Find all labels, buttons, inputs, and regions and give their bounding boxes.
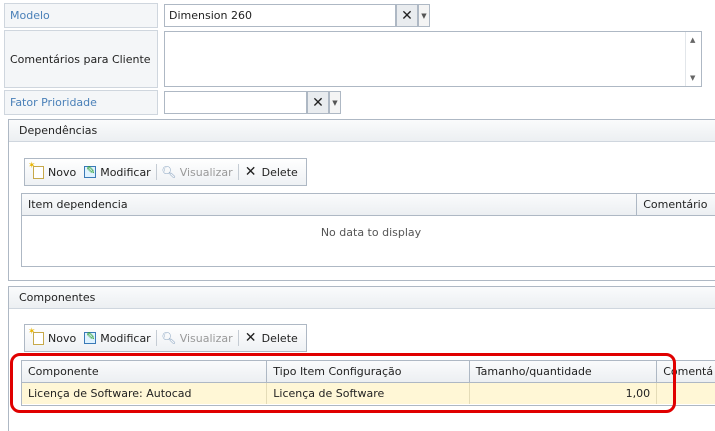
delete-button[interactable]: ✕ Delete [240, 328, 302, 348]
toolbar-separator [237, 164, 239, 180]
dependencias-grid: Item dependencia Comentário No data to d… [21, 193, 715, 267]
magnifier-icon: 🔍︎ [161, 331, 177, 345]
modificar-label: Modificar [100, 165, 151, 179]
novo-button[interactable]: Novo [28, 161, 80, 182]
dependencias-grid-header: Item dependencia Comentário [22, 194, 715, 216]
chevron-down-icon: ▼ [332, 98, 338, 107]
modelo-field[interactable]: Dimension 260 [164, 4, 396, 27]
column-header-comentario[interactable]: Comentário [637, 194, 715, 215]
visualizar-button[interactable]: 🔍︎ Visualizar [158, 162, 237, 182]
delete-button[interactable]: ✕ Delete [240, 162, 302, 182]
toolbar-separator [155, 330, 157, 346]
textarea-scrollbar[interactable]: ▲ ▼ [685, 32, 701, 86]
empty-grid-message: No data to display [320, 226, 422, 239]
comentarios-textarea[interactable]: ▲ ▼ [164, 31, 702, 87]
fator-dropdown-button[interactable]: ▼ [329, 91, 341, 114]
toolbar-separator [237, 330, 239, 346]
modificar-button[interactable]: Modificar [80, 162, 155, 182]
modelo-dropdown-button[interactable]: ▼ [418, 4, 430, 27]
comentarios-label: Comentários para Cliente [4, 30, 158, 88]
modelo-clear-button[interactable]: ✕ [396, 4, 418, 27]
chevron-down-icon: ▼ [421, 11, 427, 20]
fator-prioridade-field[interactable] [164, 91, 307, 114]
novo-label: Novo [48, 331, 77, 345]
dependencias-toolbar: Novo Modificar 🔍︎Visualizar ✕ Delete [24, 158, 307, 186]
highlight-annotation [10, 353, 676, 413]
delete-label: Delete [261, 331, 298, 345]
novo-label: Novo [48, 165, 77, 179]
new-document-icon [28, 327, 44, 345]
new-document-icon [28, 161, 44, 179]
visualizar-label: Visualizar [179, 165, 233, 179]
novo-button[interactable]: Novo [28, 327, 80, 348]
magnifier-icon: 🔍︎ [161, 165, 177, 179]
edit-icon [84, 164, 97, 178]
toolbar-separator [155, 164, 157, 180]
componentes-title: Componentes [9, 287, 715, 309]
visualizar-label: Visualizar [179, 331, 233, 345]
dependencias-title: Dependências [9, 120, 715, 142]
modelo-label: Modelo [4, 3, 158, 28]
scroll-up-icon[interactable]: ▲ [690, 36, 695, 44]
column-header-item-dependencia[interactable]: Item dependencia [22, 194, 638, 215]
fator-clear-button[interactable]: ✕ [307, 91, 329, 114]
close-x-icon: ✕ [312, 94, 324, 111]
delete-x-icon: ✕ [244, 164, 257, 180]
edit-icon [84, 330, 97, 344]
close-x-icon: ✕ [401, 7, 413, 24]
scroll-down-icon[interactable]: ▼ [690, 74, 695, 82]
modificar-button[interactable]: Modificar [80, 328, 155, 348]
fator-prioridade-label: Fator Prioridade [4, 90, 158, 115]
modificar-label: Modificar [100, 331, 151, 345]
componentes-toolbar: Novo Modificar 🔍︎Visualizar ✕ Delete [24, 324, 307, 352]
delete-x-icon: ✕ [244, 330, 257, 346]
delete-label: Delete [261, 165, 298, 179]
visualizar-button[interactable]: 🔍︎ Visualizar [158, 328, 237, 348]
